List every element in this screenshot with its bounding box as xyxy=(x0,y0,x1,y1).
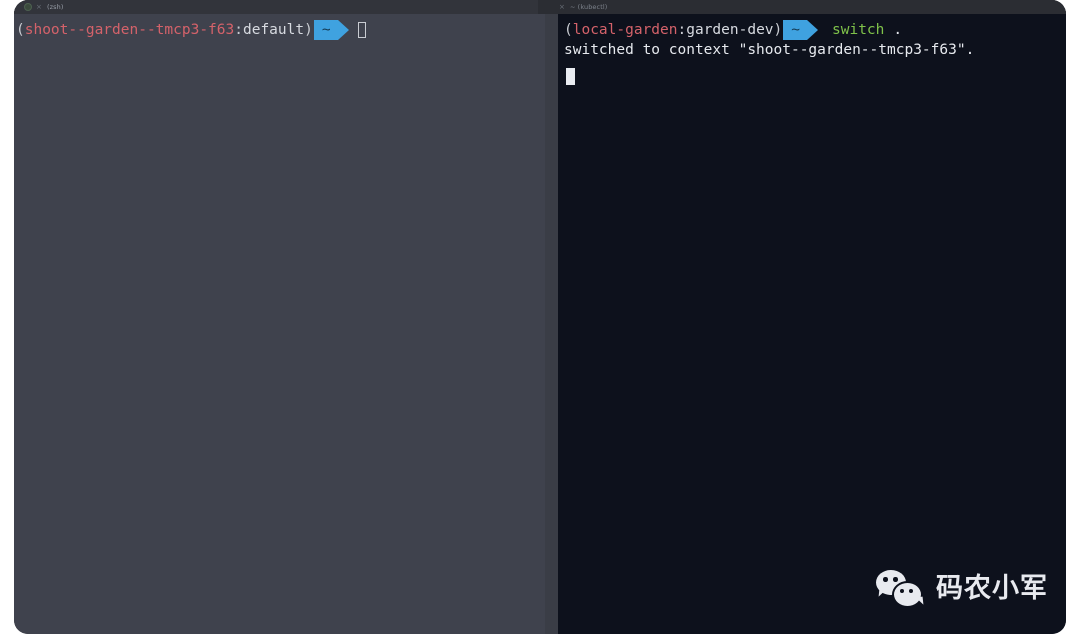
tab-right-label: ~ (kubectl) xyxy=(569,3,608,11)
wechat-icon xyxy=(876,568,924,608)
right-pane-lines: (local-garden: garden-dev) ~ switch . swi… xyxy=(558,20,1066,60)
prompt-colon: : xyxy=(234,22,243,38)
wechat-eye xyxy=(883,577,888,582)
prompt-open-paren: ( xyxy=(16,22,25,38)
powerline-arrow-icon xyxy=(807,20,819,40)
prompt-colon: : xyxy=(677,22,687,38)
prompt-context: shoot--garden--tmcp3-f63 xyxy=(24,22,235,38)
session-indicator-icon xyxy=(24,3,32,11)
terminal-window: × (zsh) × ~ (kubectl) (shoot--garden--tm… xyxy=(14,0,1066,634)
close-icon[interactable]: × xyxy=(559,3,565,11)
text-cursor xyxy=(566,68,575,85)
prompt-open-paren: ( xyxy=(564,22,573,38)
terminal-pane-right[interactable]: (local-garden: garden-dev) ~ switch . swi… xyxy=(558,14,1066,634)
left-pane-lines: (shoot--garden--tmcp3-f63: default) ~ xyxy=(14,20,545,40)
prompt-close-paren: ) xyxy=(773,22,783,38)
wechat-eye xyxy=(909,589,913,593)
wechat-bubble-small-tail xyxy=(915,596,924,606)
prompt-close-paren: ) xyxy=(304,22,313,38)
wechat-eye xyxy=(900,589,904,593)
watermark-text: 码农小军 xyxy=(936,572,1048,604)
pane-divider[interactable] xyxy=(545,14,558,634)
powerline-home-segment: ~ xyxy=(783,20,819,40)
tab-left-pane[interactable]: × (zsh) xyxy=(14,0,538,14)
tab-left-label: (zsh) xyxy=(46,3,64,11)
wechat-eye xyxy=(893,577,898,582)
text-cursor xyxy=(357,22,366,38)
powerline-label: ~ xyxy=(313,20,338,40)
powerline-arrow-icon xyxy=(337,20,349,40)
tab-right-pane[interactable]: × ~ (kubectl) xyxy=(547,0,1066,14)
watermark: 码农小军 xyxy=(876,568,1048,608)
close-icon[interactable]: × xyxy=(36,3,42,11)
prompt-context: local-garden xyxy=(572,22,678,38)
terminal-pane-left[interactable]: (shoot--garden--tmcp3-f63: default) ~ xyxy=(14,14,545,634)
prompt-namespace: default xyxy=(242,22,305,38)
right-prompt-line: (local-garden: garden-dev) ~ switch . xyxy=(558,20,1066,40)
prompt-command: switch xyxy=(832,22,885,38)
powerline-label: ~ xyxy=(783,20,808,40)
prompt-argument: . xyxy=(893,22,903,38)
tab-bar: × (zsh) × ~ (kubectl) xyxy=(14,0,1066,14)
left-prompt-line: (shoot--garden--tmcp3-f63: default) ~ xyxy=(14,20,545,40)
powerline-home-segment: ~ xyxy=(313,20,349,40)
wechat-bubble-large-tail xyxy=(878,588,887,598)
prompt-namespace: garden-dev xyxy=(686,22,774,38)
command-output-line: switched to context "shoot--garden--tmcp… xyxy=(564,42,975,58)
